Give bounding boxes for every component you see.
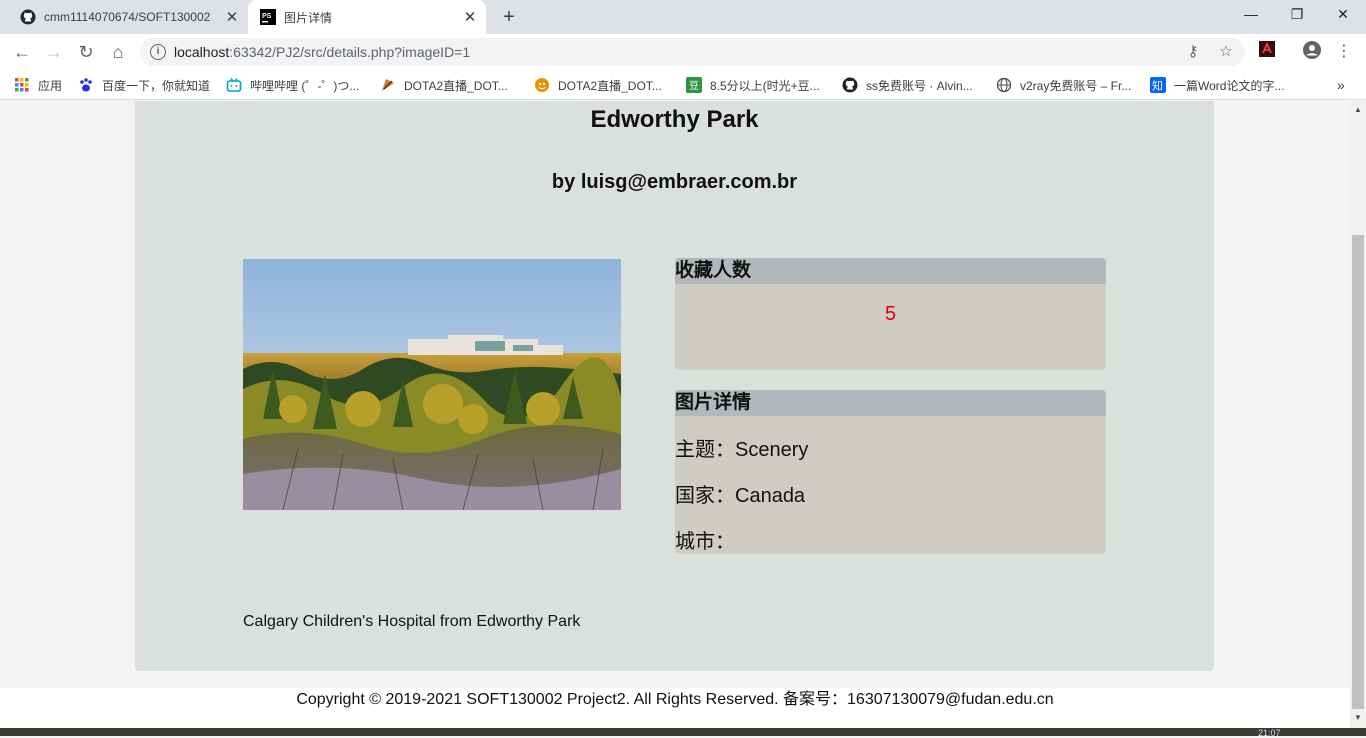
tab-title: cmm1114070674/SOFT130002 <box>44 10 211 24</box>
bookmarks-overflow-icon[interactable]: » <box>1337 76 1345 94</box>
country-row: 国家：Canada <box>675 484 1106 508</box>
theme-label: 主题： <box>675 439 735 461</box>
os-taskbar: 21:07 <box>0 728 1366 738</box>
bookmarks-bar: 应用 百度一下，你就知道 哔哩哔哩 (゜-゜)つ... DOTA2直播_DOT.… <box>0 70 1366 100</box>
new-tab-button[interactable]: + <box>498 6 520 28</box>
zhihu-icon: 知 <box>1150 77 1166 93</box>
dota-icon <box>382 79 394 91</box>
key-icon[interactable]: ⚷ <box>1183 42 1203 62</box>
bookmark-label: DOTA2直播_DOT... <box>404 78 508 93</box>
bookmark-label: 百度一下，你就知道 <box>102 78 211 93</box>
image-author: by luisg@embraer.com.br <box>551 171 798 193</box>
svg-text:豆: 豆 <box>689 80 699 92</box>
douban-icon: 豆 <box>686 77 702 93</box>
close-tab-icon[interactable]: ✕ <box>460 8 480 26</box>
forward-icon[interactable]: → <box>42 40 66 64</box>
minimize-button[interactable]: — <box>1228 0 1274 30</box>
url-path: :63342/PJ2/src/details.php?imageID=1 <box>229 44 471 60</box>
home-icon[interactable]: ⌂ <box>106 40 130 64</box>
page-footer: Copyright © 2019-2021 SOFT130002 Project… <box>0 688 1350 728</box>
bookmark-label: v2ray免费账号 – Fr... <box>1020 78 1132 93</box>
close-tab-icon[interactable]: ✕ <box>222 8 242 26</box>
address-bar[interactable]: i localhost:63342/PJ2/src/details.php?im… <box>140 38 1245 66</box>
baidu-paw-icon <box>80 78 92 92</box>
city-row: 城市： <box>675 530 1106 554</box>
country-value: Canada <box>735 485 806 507</box>
bookmark-item[interactable]: DOTA2直播_DOT... <box>534 76 662 94</box>
bookmark-label: DOTA2直播_DOT... <box>558 78 662 93</box>
scroll-down-arrow-icon[interactable]: ▼ <box>1350 711 1366 725</box>
favorites-heading: 收藏人数 <box>675 258 1106 284</box>
tab-title: 图片详情 <box>284 10 333 25</box>
tab-github[interactable]: cmm1114070674/SOFT130002 ✕ <box>8 0 248 34</box>
image-details-panel: 图片详情 主题：Scenery 国家：Canada 城市： <box>675 390 1106 554</box>
bookmark-label: 8.5分以上(时光+豆... <box>710 78 820 93</box>
city-label: 城市： <box>675 531 735 553</box>
github-icon <box>20 9 36 25</box>
bookmark-label: 应用 <box>38 78 63 93</box>
details-heading: 图片详情 <box>675 390 1106 416</box>
bookmark-item[interactable]: DOTA2直播_DOT... <box>380 76 508 94</box>
favorites-panel: 收藏人数 5 <box>675 258 1106 370</box>
scrollbar-thumb[interactable] <box>1352 235 1364 709</box>
image-detail-card: Edworthy Park by luisg@embraer.com.br 收藏… <box>135 101 1214 671</box>
apps-grid-icon <box>15 78 29 92</box>
browser-toolbar: ← → ↻ ⌂ i localhost:63342/PJ2/src/detail… <box>0 34 1366 70</box>
favorites-count: 5 <box>884 303 897 325</box>
landscape-photo <box>243 259 621 510</box>
bookmark-item[interactable]: 百度一下，你就知道 <box>78 76 210 94</box>
vertical-scrollbar[interactable]: ▲ ▼ <box>1350 101 1366 728</box>
bookmark-item[interactable]: v2ray免费账号 – Fr... <box>996 76 1131 94</box>
tab-strip: cmm1114070674/SOFT130002 ✕ PS 图片详情 ✕ + —… <box>0 0 1366 34</box>
site-info-icon[interactable]: i <box>150 44 166 60</box>
url-text[interactable]: localhost:63342/PJ2/src/details.php?imag… <box>174 44 470 60</box>
page-viewport: Edworthy Park by luisg@embraer.com.br 收藏… <box>0 101 1350 728</box>
svg-text:知: 知 <box>1152 79 1163 93</box>
scroll-up-arrow-icon[interactable]: ▲ <box>1350 103 1366 117</box>
bookmark-item[interactable]: 应用 <box>14 76 62 94</box>
bookmark-label: 一篇Word论文的字... <box>1174 78 1285 93</box>
menu-kebab-icon[interactable]: ⋮ <box>1332 40 1356 64</box>
bookmark-item[interactable]: ss免费账号 · Alvin... <box>842 76 973 94</box>
tab-image-details[interactable]: PS 图片详情 ✕ <box>248 0 486 34</box>
close-window-button[interactable]: ✕ <box>1320 0 1366 30</box>
github-icon <box>842 77 858 93</box>
image-description: Calgary Children's Hospital from Edworth… <box>243 613 581 630</box>
bilibili-icon <box>226 78 242 92</box>
bookmark-label: ss免费账号 · Alvin... <box>866 78 973 93</box>
copyright-text: Copyright © 2019-2021 SOFT130002 Project… <box>296 691 1054 708</box>
bookmark-item[interactable]: 豆 8.5分以上(时光+豆... <box>686 76 820 94</box>
bookmark-item[interactable]: 哔哩哔哩 (゜-゜)つ... <box>226 76 359 94</box>
url-host: localhost <box>174 44 230 60</box>
maximize-button[interactable]: ❐ <box>1274 0 1320 30</box>
theme-value: Scenery <box>735 439 809 461</box>
back-icon[interactable]: ← <box>10 40 34 64</box>
bookmark-item[interactable]: 知 一篇Word论文的字... <box>1150 76 1284 94</box>
svg-text:PS: PS <box>262 13 272 20</box>
star-bookmark-icon[interactable]: ☆ <box>1216 42 1236 62</box>
bookmark-label: 哔哩哔哩 (゜-゜)つ... <box>250 78 360 93</box>
theme-row: 主题：Scenery <box>675 438 1106 462</box>
country-label: 国家： <box>675 485 735 507</box>
reload-icon[interactable]: ↻ <box>74 40 98 64</box>
globe-icon <box>996 77 1012 93</box>
phpstorm-icon: PS <box>260 9 276 25</box>
image-title: Edworthy Park <box>590 106 759 133</box>
douyu-icon <box>535 78 549 92</box>
pdf-extension-icon[interactable] <box>1255 40 1279 64</box>
profile-avatar-icon[interactable] <box>1300 40 1324 64</box>
